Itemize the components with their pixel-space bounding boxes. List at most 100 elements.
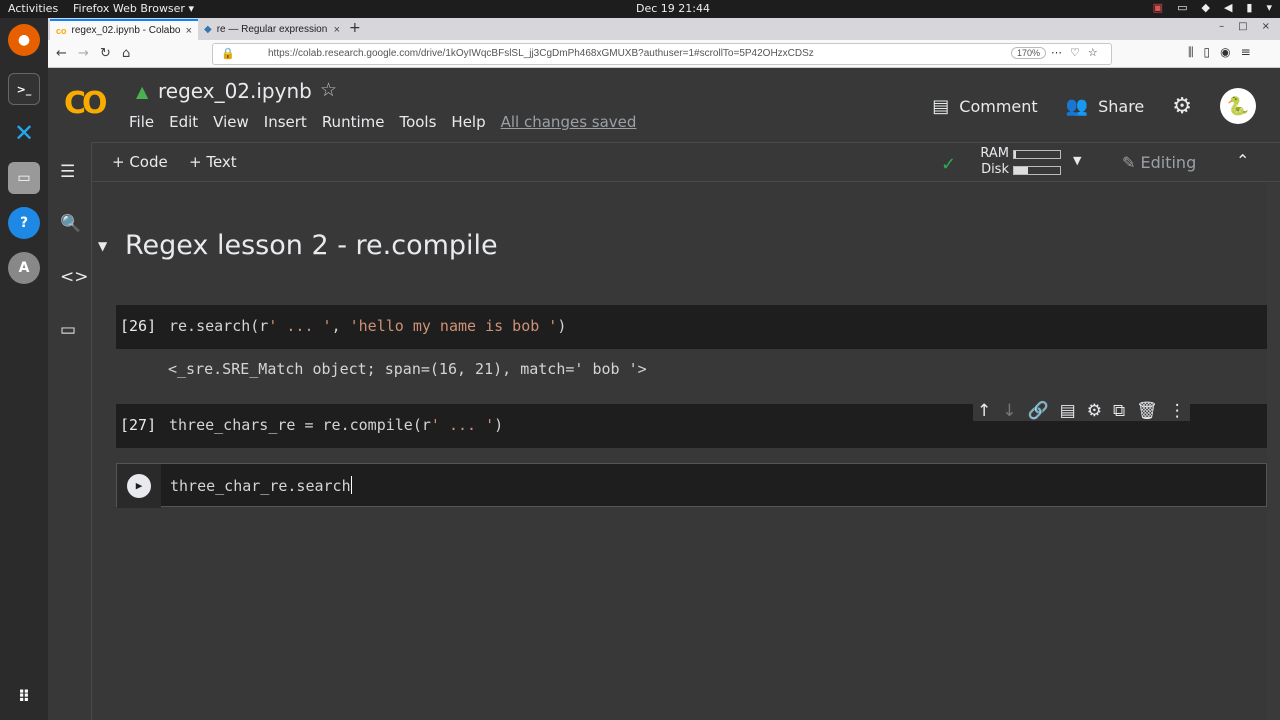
cell-code[interactable]: re.search(r' ... ', 'hello my name is bo… [169,317,566,335]
vscode-icon[interactable]: ✕ [8,117,40,149]
menu-insert[interactable]: Insert [264,113,307,131]
close-tab-icon[interactable]: × [334,24,340,36]
notebook-title[interactable]: regex_02.ipynb [158,79,312,103]
url-text[interactable]: https://colab.research.google.com/drive/… [268,48,814,59]
python-favicon-icon: ◆ [204,24,212,35]
editing-label: Editing [1140,153,1197,172]
code-snippets-icon[interactable]: <> [60,267,89,287]
ram-label: RAM [980,146,1009,161]
menu-bar: File Edit View Insert Runtime Tools Help… [129,113,636,131]
menu-file[interactable]: File [129,113,154,131]
header-actions: ▤ Comment 👥 Share ⚙ 🐍 [932,88,1256,124]
code-token: three_chars_re = re.compile(r [169,416,431,434]
people-icon: 👥 [1065,95,1089,117]
bookmark-star-icon[interactable]: ☆ [1088,46,1098,59]
drive-icon[interactable]: ▲ [136,82,148,101]
play-icon: ▶ [127,474,151,498]
run-cell-button[interactable]: ▶ [117,464,161,508]
account-icon[interactable]: ◉ [1220,45,1230,60]
menu-runtime[interactable]: Runtime [322,113,385,131]
section-collapse-icon[interactable]: ▼ [98,239,107,253]
system-tray[interactable]: ▣ ▭ ◆ ◀ ▮ ▾ [1153,1,1272,14]
firefox-icon[interactable]: ● [8,24,40,56]
colab-logo[interactable]: CO [64,86,107,121]
app-grid-icon[interactable]: ⠿ [8,680,40,712]
files-icon[interactable]: ▭ [8,162,40,194]
comment-button[interactable]: ▤ Comment [932,96,1037,117]
lock-icon[interactable]: 🔒 [221,47,235,60]
sidebar-icon[interactable]: ▯ [1204,45,1211,60]
page-actions-icon[interactable]: ⋯ [1051,46,1062,59]
string-token: ' ... ' [430,416,495,434]
resources-dropdown-icon[interactable]: ▼ [1073,154,1081,167]
execution-count: [26] [120,317,157,335]
active-code-cell[interactable]: ▶ three_char_re.search [116,463,1267,508]
move-up-icon[interactable]: ↑ [977,401,991,421]
code-token: ) [557,317,567,335]
search-icon[interactable]: 🔍 [60,214,81,234]
back-icon[interactable]: ← [56,46,67,61]
close-tab-icon[interactable]: × [186,25,192,37]
help-icon[interactable]: ? [8,207,40,239]
tab-label: re — Regular expression [216,24,328,35]
tab-colab[interactable]: co regex_02.ipynb - Colabo × [50,19,198,40]
colab-favicon-icon: co [56,25,67,36]
home-icon[interactable]: ⌂ [122,46,130,61]
mirror-cell-icon[interactable]: ⧉ [1113,401,1125,421]
app-menu[interactable]: Firefox Web Browser ▾ [73,2,194,15]
add-text-button[interactable]: + Text [189,153,237,171]
clock[interactable]: Dec 19 21:44 [636,2,710,15]
settings-gear-icon[interactable]: ⚙ [1172,94,1192,119]
files-folder-icon[interactable]: ▭ [60,320,76,340]
string-token: ' ... ' [268,317,332,335]
forward-icon[interactable]: → [78,46,89,61]
close-window-icon[interactable]: × [1262,21,1270,32]
pencil-icon: ✎ [1122,153,1136,172]
maximize-icon[interactable]: □ [1238,21,1247,32]
code-cell[interactable]: [26] re.search(r' ... ', 'hello my name … [116,305,1267,349]
menu-view[interactable]: View [213,113,249,131]
delete-icon[interactable]: 🗑 [1136,401,1158,421]
share-button[interactable]: 👥 Share [1066,96,1145,117]
zoom-badge[interactable]: 170% [1011,47,1047,59]
menu-tools[interactable]: Tools [399,113,436,131]
cell-code-editor[interactable]: three_char_re.search [170,476,352,495]
browser-window: co regex_02.ipynb - Colabo × ◆ re — Regu… [48,18,1280,68]
battery-icon: ▮ [1246,1,1253,14]
ram-bar [1013,150,1061,159]
collapse-header-icon[interactable]: ⌃ [1236,151,1249,170]
camera-icon: ▣ [1152,1,1164,14]
wifi-icon: ◆ [1201,1,1210,14]
cell-code[interactable]: three_chars_re = re.compile(r' ... ') [169,416,503,434]
star-icon[interactable]: ☆ [320,79,337,101]
library-icon[interactable]: ⫼ [1188,45,1194,60]
nav-bar: ← → ↻ ⌂ 🔒 https://colab.research.google.… [48,40,1280,68]
minimize-icon[interactable]: – [1219,21,1224,32]
move-down-icon[interactable]: ↓ [1002,401,1016,421]
tab-python-docs[interactable]: ◆ re — Regular expression × [198,19,346,40]
terminal-icon[interactable]: >_ [8,73,40,105]
reload-icon[interactable]: ↻ [100,46,111,61]
add-code-button[interactable]: + Code [112,153,168,171]
more-vert-icon[interactable]: ⋮ [1169,401,1186,421]
comment-cell-icon[interactable]: ▤ [1060,401,1076,421]
url-bar[interactable]: 🔒 https://colab.research.google.com/driv… [212,43,1112,65]
new-tab-icon[interactable]: + [349,20,361,36]
activities-button[interactable]: Activities [8,2,58,15]
hamburger-menu-icon[interactable]: ≡ [1241,45,1251,60]
tab-strip: co regex_02.ipynb - Colabo × ◆ re — Regu… [48,18,1280,40]
menu-help[interactable]: Help [451,113,485,131]
menu-edit[interactable]: Edit [169,113,198,131]
save-status[interactable]: All changes saved [501,113,637,131]
pocket-icon[interactable]: ♡ [1070,46,1080,59]
link-icon[interactable]: 🔗 [1028,401,1049,421]
notebook-body: ▼ Regex lesson 2 - re.compile [26] re.se… [92,183,1267,720]
cell-settings-icon[interactable]: ⚙ [1087,401,1102,421]
software-icon[interactable]: A [8,252,40,284]
colab-app: CO ▲ regex_02.ipynb ☆ File Edit View Ins… [48,68,1280,720]
scrollbar[interactable] [1267,183,1280,720]
comment-icon: ▤ [932,95,950,117]
avatar[interactable]: 🐍 [1220,88,1256,124]
editing-mode-button[interactable]: ✎ Editing [1122,153,1196,172]
table-of-contents-icon[interactable]: ☰ [60,162,75,182]
